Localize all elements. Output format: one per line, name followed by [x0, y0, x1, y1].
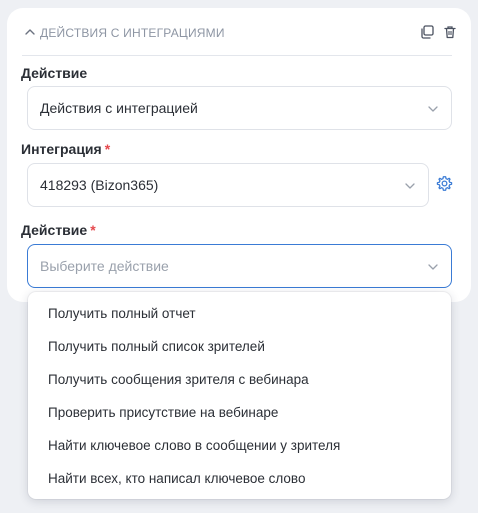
dropdown-option[interactable]: Получить полный список зрителей	[28, 330, 451, 363]
trash-icon[interactable]	[442, 24, 458, 40]
required-mark: *	[104, 141, 111, 157]
chevron-down-icon	[405, 183, 415, 189]
integration-label: Интеграция *	[21, 141, 110, 157]
chevron-down-icon	[428, 106, 438, 112]
chevron-up-icon[interactable]	[24, 26, 36, 38]
chevron-down-icon	[428, 264, 438, 270]
integration-select[interactable]: 418293 (Bizon365)	[27, 163, 429, 207]
integration-label-text: Интеграция	[21, 141, 102, 157]
section-header[interactable]: ДЕЙСТВИЯ С ИНТЕГРАЦИЯМИ	[22, 22, 456, 56]
required-mark: *	[90, 222, 96, 238]
integration-value: 418293 (Bizon365)	[40, 177, 159, 193]
dropdown-option[interactable]: Получить полный отчет	[28, 297, 451, 330]
action-placeholder: Выберите действие	[40, 258, 169, 274]
action-dropdown-menu: Получить полный отчет Получить полный сп…	[28, 292, 451, 499]
action-label-text: Действие	[21, 222, 88, 238]
action-label: Действие *	[21, 222, 96, 238]
dropdown-option[interactable]: Найти ключевое слово в сообщении у зрите…	[28, 429, 451, 462]
action-select[interactable]: Выберите действие	[27, 244, 452, 288]
action-type-label-text: Действие	[21, 65, 88, 81]
dropdown-option[interactable]: Получить сообщения зрителя с вебинара	[28, 363, 451, 396]
gear-icon[interactable]	[436, 175, 453, 192]
dropdown-option[interactable]: Проверить присутствие на вебинаре	[28, 396, 451, 429]
dropdown-option[interactable]: Найти всех, кто написал ключевое слово	[28, 462, 451, 495]
action-type-value: Действия с интеграцией	[40, 100, 198, 116]
action-type-select[interactable]: Действия с интеграцией	[27, 86, 452, 130]
section-title: ДЕЙСТВИЯ С ИНТЕГРАЦИЯМИ	[40, 26, 225, 40]
copy-icon[interactable]	[419, 24, 435, 40]
action-type-label: Действие	[21, 65, 87, 81]
